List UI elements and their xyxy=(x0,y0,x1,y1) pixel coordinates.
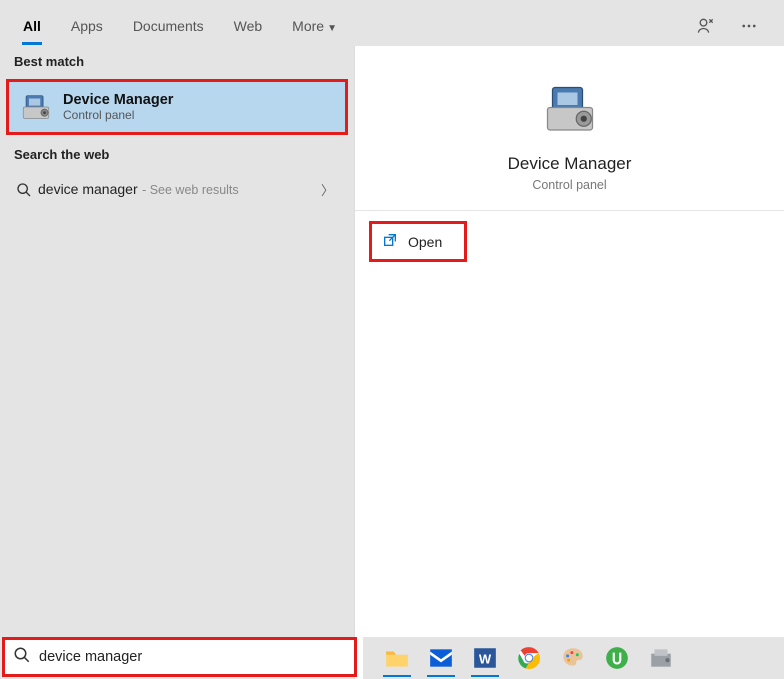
preview-title: Device Manager xyxy=(508,154,632,174)
feedback-icon[interactable] xyxy=(696,16,716,36)
chevron-right-icon[interactable]: 〉 xyxy=(321,180,340,199)
search-input[interactable] xyxy=(39,649,346,665)
taskbar-utorrent-icon[interactable] xyxy=(601,642,633,674)
web-result-query: device manager xyxy=(38,181,138,197)
taskbar-app-icon[interactable] xyxy=(645,642,677,674)
taskbar-mail-icon[interactable] xyxy=(425,642,457,674)
best-match-label: Best match xyxy=(0,46,354,77)
tab-apps[interactable]: Apps xyxy=(56,8,118,44)
web-result-hint: See web results xyxy=(150,183,239,197)
open-label: Open xyxy=(408,234,442,250)
svg-text:W: W xyxy=(479,651,492,666)
tab-all[interactable]: All xyxy=(8,8,56,44)
best-match-subtitle: Control panel xyxy=(63,108,173,122)
tab-more[interactable]: More▼ xyxy=(277,8,352,44)
search-icon xyxy=(16,182,38,198)
tab-web[interactable]: Web xyxy=(219,8,278,44)
preview-subtitle: Control panel xyxy=(532,178,606,192)
more-icon[interactable] xyxy=(740,17,758,35)
tab-label: More xyxy=(292,18,324,34)
device-manager-icon xyxy=(19,90,53,124)
chevron-down-icon: ▼ xyxy=(327,23,337,34)
filter-tabs: All Apps Documents Web More▼ xyxy=(0,0,784,46)
preview-pane: Device Manager Control panel Open xyxy=(355,46,784,679)
web-result-item[interactable]: device manager - See web results 〉 xyxy=(0,170,354,209)
open-icon xyxy=(382,232,398,251)
best-match-title: Device Manager xyxy=(63,92,173,108)
taskbar-file-explorer-icon[interactable] xyxy=(381,642,413,674)
taskbar-paint-icon[interactable] xyxy=(557,642,589,674)
taskbar-word-icon[interactable]: W xyxy=(469,642,501,674)
tab-label: Web xyxy=(234,18,263,34)
search-web-label: Search the web xyxy=(0,139,354,170)
search-box[interactable] xyxy=(2,637,357,677)
device-manager-icon xyxy=(540,80,600,140)
taskbar-chrome-icon[interactable] xyxy=(513,642,545,674)
results-pane: Best match Device Manager Control panel xyxy=(0,46,355,679)
tab-label: All xyxy=(23,18,41,34)
tab-label: Apps xyxy=(71,18,103,34)
tab-documents[interactable]: Documents xyxy=(118,8,219,44)
search-icon xyxy=(13,646,31,669)
taskbar: W xyxy=(363,637,784,679)
open-button[interactable]: Open xyxy=(369,221,467,262)
tab-label: Documents xyxy=(133,18,204,34)
best-match-item[interactable]: Device Manager Control panel xyxy=(6,79,348,135)
